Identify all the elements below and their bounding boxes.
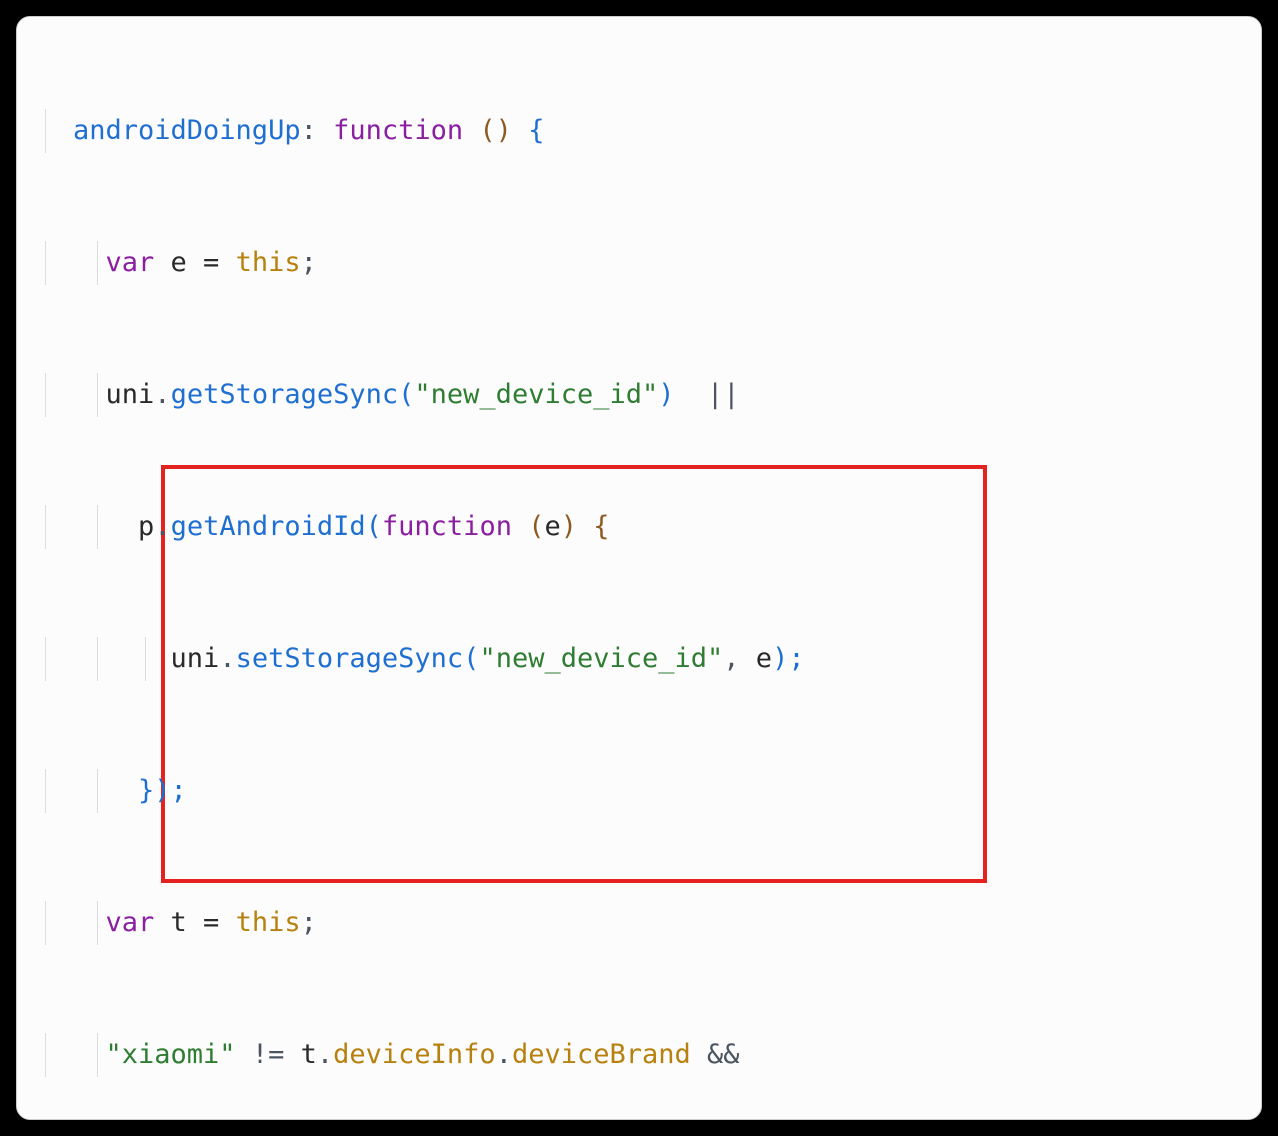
code-token: deviceInfo [333,1039,496,1070]
code-token: e [756,643,772,674]
code-token: { [528,115,544,146]
code-token: && [691,1039,740,1070]
code-token: getAndroidId [171,511,366,542]
code-token: this [236,907,301,938]
code-token: e = [171,247,236,278]
code-line: androidDoingUp: function () { [17,109,1261,153]
code-token: || [691,379,740,410]
code-line: "xiaomi" != t.deviceInfo.deviceBrand && [17,1033,1261,1077]
code-token: getStorageSync [171,379,399,410]
code-token: t = [171,907,236,938]
code-token: ) [496,115,529,146]
code-token: ) [658,379,691,410]
code-token: ( [479,115,495,146]
code-token: ; [301,907,317,938]
code-token: ); [772,643,805,674]
code-token: . [154,379,170,410]
code-token: ) { [561,511,610,542]
code-line: p.getAndroidId(function (e) { [17,505,1261,549]
code-token: function [382,511,528,542]
code-line: var t = this; [17,901,1261,945]
code-token: ; [301,247,317,278]
code-token: androidDoingUp [73,115,301,146]
code-token: t [301,1039,317,1070]
code-token: var [106,907,171,938]
code-token: uni [106,379,155,410]
code-token: this [236,247,301,278]
code-token: ( [463,643,479,674]
code-line: }); [17,769,1261,813]
code-token: p [138,511,154,542]
code-token: ( [398,379,414,410]
code-token: != [236,1039,301,1070]
code-token: }); [138,775,187,806]
code-token: : [301,115,334,146]
code-token: deviceBrand [512,1039,691,1070]
code-token: . [496,1039,512,1070]
code-token: . [219,643,235,674]
code-token: "new_device_id" [414,379,658,410]
code-block: androidDoingUp: function () { var e = th… [17,17,1261,1120]
code-token: setStorageSync [236,643,464,674]
code-token: "xiaomi" [106,1039,236,1070]
code-token: uni [171,643,220,674]
code-line: uni.getStorageSync("new_device_id") || [17,373,1261,417]
code-token: function [333,115,479,146]
code-token: var [106,247,171,278]
code-token: "new_device_id" [479,643,723,674]
code-editor-frame: androidDoingUp: function () { var e = th… [16,16,1262,1120]
code-token: ( [528,511,544,542]
code-token: ( [366,511,382,542]
code-line: var e = this; [17,241,1261,285]
code-token: , [723,643,756,674]
code-line: uni.setStorageSync("new_device_id", e); [17,637,1261,681]
code-token: e [544,511,560,542]
code-token: . [317,1039,333,1070]
code-token: . [154,511,170,542]
